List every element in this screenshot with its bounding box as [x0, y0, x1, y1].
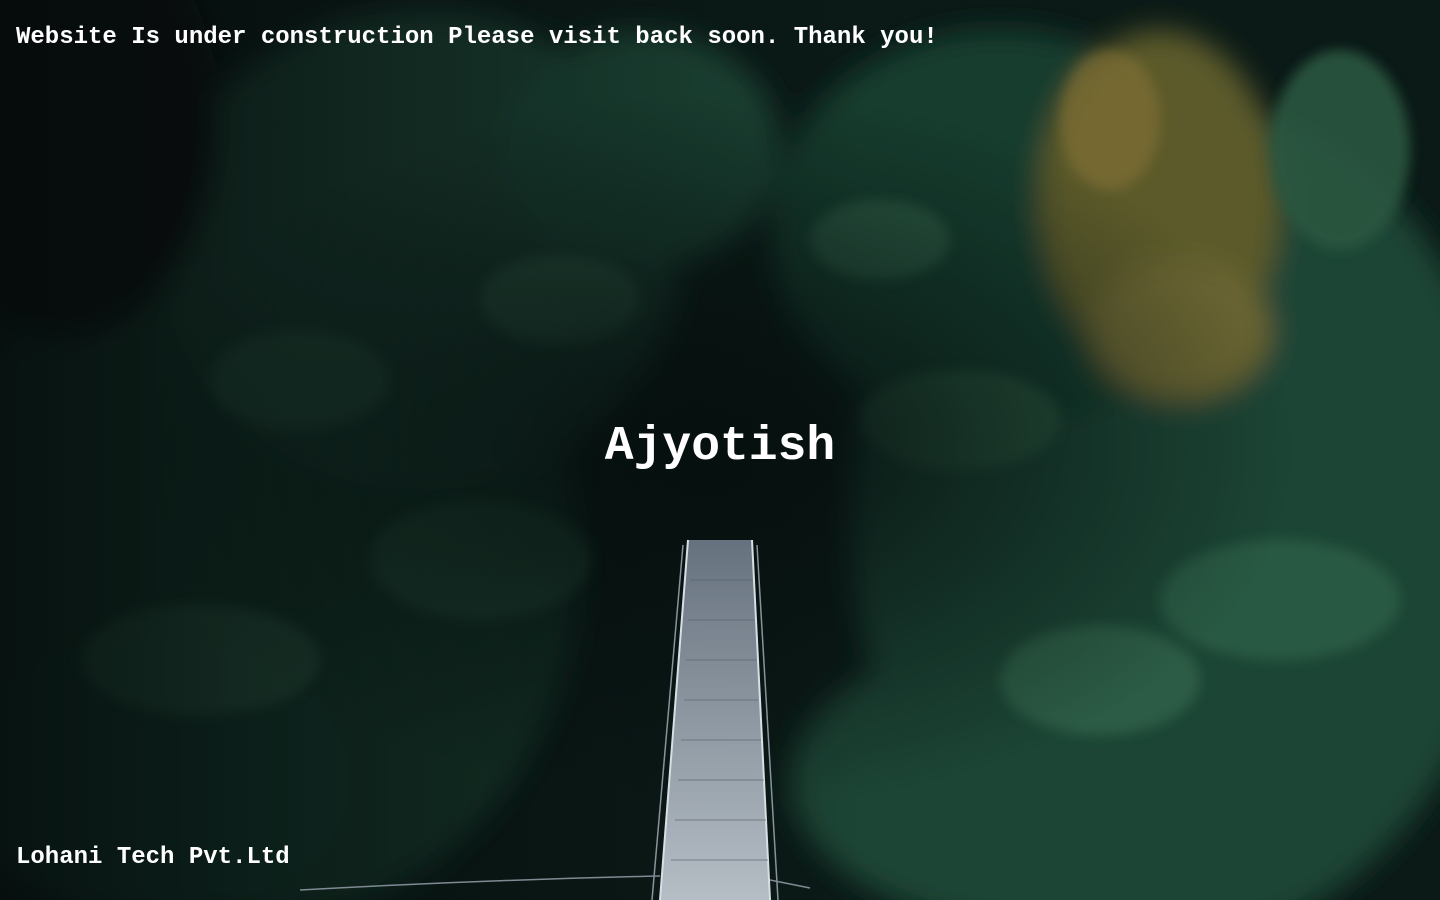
site-title: Ajyotish [604, 420, 836, 474]
construction-notice: Website Is under construction Please vis… [16, 24, 938, 51]
company-name: Lohani Tech Pvt.Ltd [16, 844, 290, 871]
